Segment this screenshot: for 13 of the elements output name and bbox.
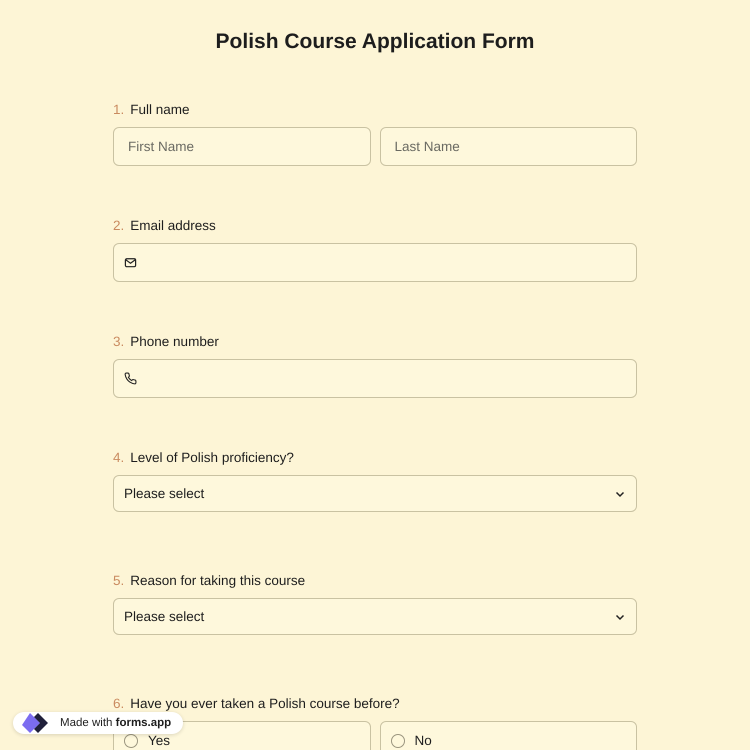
form-title: Polish Course Application Form (216, 30, 534, 54)
question-label: Have you ever taken a Polish course before? (130, 696, 400, 711)
question-label: Full name (130, 102, 190, 117)
question-number: 3. (113, 334, 124, 349)
question-number: 5. (113, 573, 124, 588)
question-label: Level of Polish proficiency? (130, 450, 294, 465)
question-number: 4. (113, 450, 124, 465)
question-label: Phone number (130, 334, 219, 349)
question-number: 1. (113, 102, 124, 117)
question-number: 2. (113, 218, 124, 233)
question-number: 6. (113, 696, 124, 711)
question-label: Reason for taking this course (130, 573, 306, 588)
question-label: Email address (130, 218, 216, 233)
